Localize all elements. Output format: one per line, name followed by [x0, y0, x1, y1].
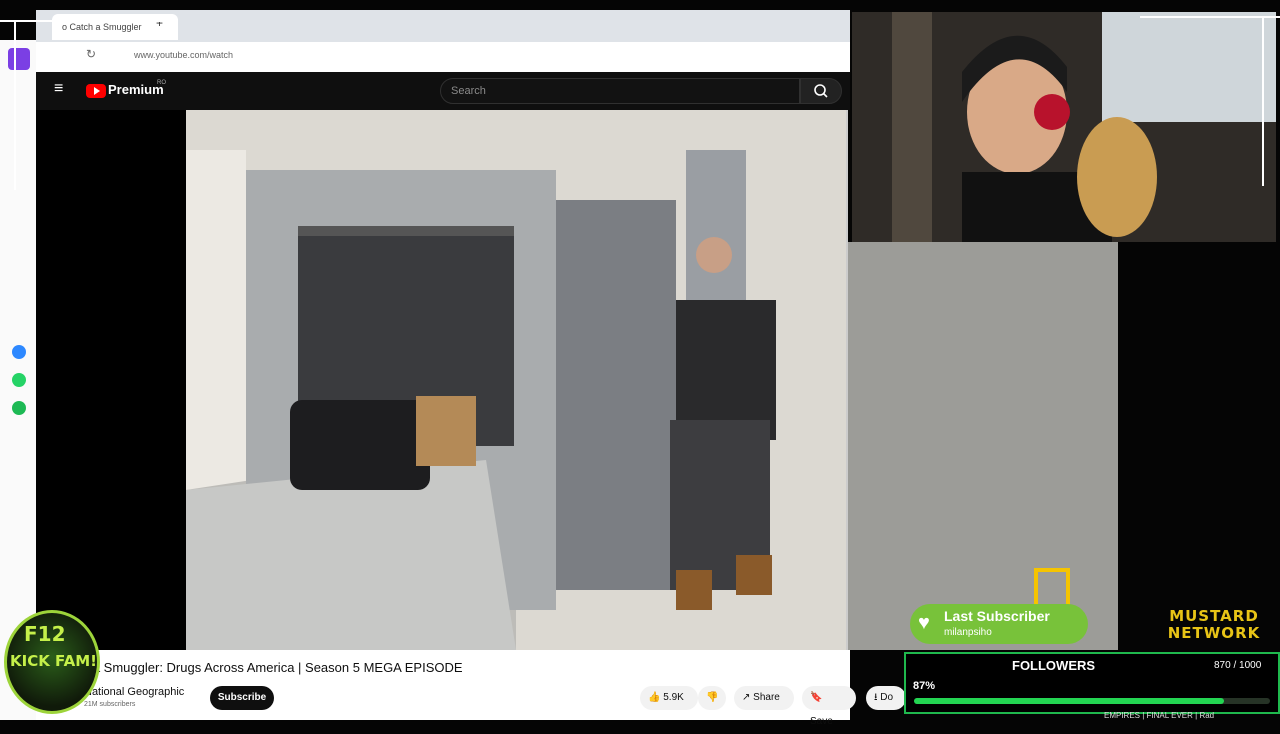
new-tab-button[interactable]: + — [156, 16, 163, 30]
badge-line-2: KICK FAM! — [10, 652, 97, 670]
followers-percent: 87% — [913, 680, 936, 692]
messenger-icon[interactable] — [12, 345, 26, 359]
search-button[interactable] — [800, 78, 842, 104]
reload-icon[interactable]: ↻ — [86, 47, 96, 61]
overlay-frame-line — [1140, 16, 1280, 18]
whatsapp-icon[interactable] — [12, 373, 26, 387]
save-label: Save — [810, 716, 833, 727]
video-title: h a Smuggler: Drugs Across America | Sea… — [82, 660, 463, 675]
region-code: RO — [157, 80, 166, 86]
overlay-frame-line — [0, 20, 170, 22]
download-label: Do — [880, 692, 894, 703]
subscriber-count: 21M subscribers — [84, 701, 136, 708]
subscribe-button[interactable]: Subscribe — [210, 686, 274, 710]
spotify-icon[interactable] — [12, 401, 26, 415]
share-icon: ↗ — [742, 692, 754, 703]
like-count: 5.9K — [663, 692, 684, 703]
last-subscriber-name: milanpsiho — [944, 627, 992, 638]
video-player[interactable] — [186, 110, 848, 650]
hamburger-menu-icon[interactable]: ≡ — [54, 80, 63, 98]
extension-icon[interactable] — [8, 48, 30, 70]
youtube-logo-text[interactable]: Premium — [108, 82, 164, 97]
thumbs-up-icon: 👍 — [648, 692, 664, 703]
share-button[interactable]: ↗ Share — [734, 686, 794, 710]
ticker-text: EMPIRES | FINAL EVER | Rad — [1104, 711, 1215, 720]
followers-progress-fill — [914, 698, 1224, 704]
last-subscriber-title: Last Subscriber — [944, 608, 1050, 624]
network-line-2: NETWORK — [1167, 624, 1261, 642]
video-side-panel — [848, 242, 1118, 650]
network-line-1: MUSTARD — [1169, 607, 1259, 625]
video-letterbox — [36, 110, 186, 650]
share-label: Share — [753, 692, 780, 703]
heart-icon: ♥ — [918, 612, 930, 634]
mustard-network-logo: MUSTARD NETWORK — [1156, 608, 1272, 644]
url-field[interactable]: www.youtube.com/watch — [134, 50, 233, 60]
channel-name[interactable]: National Geographic — [84, 686, 184, 698]
search-input[interactable]: Search — [440, 78, 800, 104]
thumbs-down-icon: 👎 — [706, 692, 719, 703]
video-frame — [186, 110, 848, 650]
overlay-frame-line — [1262, 16, 1264, 186]
badge-line-1: F12 — [24, 622, 66, 646]
overlay-frame-line — [14, 20, 16, 190]
webcam-feed — [852, 12, 1276, 242]
followers-title: FOLLOWERS — [1012, 658, 1096, 673]
bookmark-icon: 🔖 — [810, 692, 823, 703]
save-button[interactable]: 🔖 Save — [802, 686, 856, 727]
search-icon — [814, 84, 828, 98]
dislike-button[interactable]: 👎 — [698, 686, 726, 710]
youtube-logo-icon[interactable] — [86, 84, 106, 98]
like-button[interactable]: 👍 5.9K — [640, 686, 698, 710]
download-button[interactable]: ⭳ Do — [866, 686, 906, 710]
followers-count: 870 / 1000 — [1214, 660, 1262, 671]
